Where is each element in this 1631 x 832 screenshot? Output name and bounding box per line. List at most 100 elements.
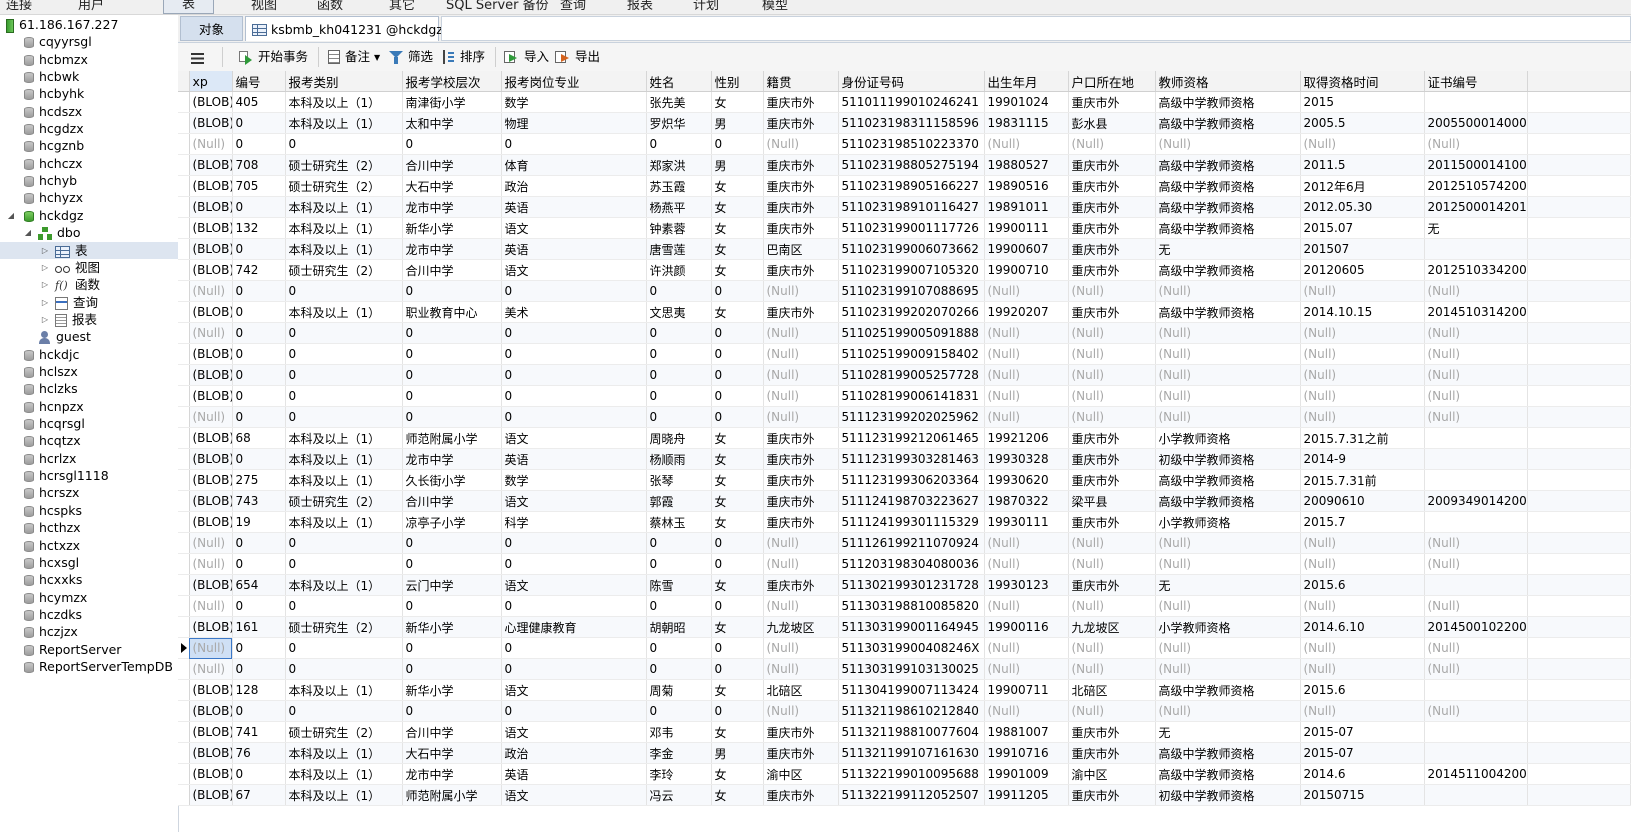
table-cell[interactable]: 男 xyxy=(711,742,764,764)
table-cell[interactable]: 0 xyxy=(232,322,286,344)
table-cell[interactable]: (BLOB) xyxy=(189,238,233,260)
table-cell[interactable]: 女 xyxy=(711,217,764,239)
table-row[interactable]: (Null) 0 0 0 0 0 0 (Null) 511023198510223370 (Nul… xyxy=(178,133,1631,155)
table-cell[interactable]: 0 xyxy=(711,532,764,554)
table-cell[interactable]: (Null) xyxy=(1300,532,1425,554)
table-cell[interactable]: 0 xyxy=(402,280,502,302)
table-cell[interactable]: (Null) xyxy=(1155,133,1301,155)
table-cell[interactable]: 0 xyxy=(232,385,286,407)
row-indicator[interactable] xyxy=(178,238,190,260)
table-cell[interactable]: 渝中区 xyxy=(763,763,839,785)
table-cell[interactable]: 0 xyxy=(501,322,647,344)
table-cell[interactable]: 英语 xyxy=(501,238,647,260)
table-cell[interactable]: 741 xyxy=(232,721,286,743)
table-cell[interactable]: 511303199103130025 xyxy=(838,658,985,680)
table-cell[interactable]: 0 xyxy=(646,343,712,365)
table-cell[interactable]: (Null) xyxy=(1300,280,1425,302)
table-cell[interactable]: 初级中学教师资格 xyxy=(1155,784,1301,806)
table-cell[interactable]: 0 xyxy=(232,700,286,722)
table-cell[interactable]: 高级中学教师资格 xyxy=(1155,742,1301,764)
table-cell[interactable]: 511124198703223627 xyxy=(838,490,985,512)
table-cell[interactable]: 重庆市外 xyxy=(763,721,839,743)
table-cell[interactable]: 高级中学教师资格 xyxy=(1155,259,1301,281)
table-cell[interactable]: 511028199005257728 xyxy=(838,364,985,386)
table-cell[interactable]: 511023199001117726 xyxy=(838,217,985,239)
row-indicator[interactable] xyxy=(178,679,190,701)
table-cell[interactable]: (Null) xyxy=(1424,364,1528,386)
table-cell[interactable]: (Null) xyxy=(984,343,1069,365)
table-cell[interactable]: 0 xyxy=(232,763,286,785)
table-row[interactable]: (BLOB) 705 硕士研究生（2） 大石中学 政治 苏玉霞女重庆市外 511023198… xyxy=(178,175,1631,197)
table-cell[interactable]: 无 xyxy=(1155,238,1301,260)
table-cell[interactable]: 0 xyxy=(646,133,712,155)
table-cell[interactable]: 20093490142000856 xyxy=(1424,490,1528,512)
column-header[interactable]: 编号 xyxy=(232,71,286,92)
table-cell[interactable]: (Null) xyxy=(189,532,233,554)
tree-database[interactable]: hcymzx xyxy=(24,589,87,606)
table-cell[interactable]: 0 xyxy=(232,238,286,260)
table-cell[interactable]: 2015 xyxy=(1300,91,1425,113)
table-cell[interactable]: 511124199301115329 xyxy=(838,511,985,533)
table-cell[interactable]: 20055000140002028 xyxy=(1424,112,1528,134)
table-cell[interactable] xyxy=(1424,721,1528,743)
table-cell[interactable]: (Null) xyxy=(1300,553,1425,575)
table-cell[interactable]: 合川中学 xyxy=(402,259,502,281)
table-cell[interactable]: 511123199303281463 xyxy=(838,448,985,470)
row-indicator[interactable] xyxy=(178,511,190,533)
table-cell[interactable]: 郭霞 xyxy=(646,490,712,512)
table-cell[interactable]: 渝中区 xyxy=(1068,763,1156,785)
table-cell[interactable]: (Null) xyxy=(984,553,1069,575)
table-cell[interactable]: 511321198810077604 xyxy=(838,721,985,743)
tree-database[interactable]: hchczx xyxy=(24,155,83,172)
table-cell[interactable]: 0 xyxy=(285,385,403,407)
table-cell[interactable]: 许洪颜 xyxy=(646,259,712,281)
table-cell[interactable]: 女 xyxy=(711,763,764,785)
table-row[interactable]: (BLOB) 0 本科及以上（1） 龙市中学 英语 杨顺雨女重庆市外 51112319930… xyxy=(178,448,1631,470)
tree-database[interactable]: hcspks xyxy=(24,502,82,519)
table-row[interactable]: (BLOB) 161 硕士研究生（2） 新华小学 心理健康教育 胡朝昭女九龙坡区 51130… xyxy=(178,616,1631,638)
table-cell[interactable]: 钟素蓉 xyxy=(646,217,712,239)
table-cell[interactable]: (Null) xyxy=(984,532,1069,554)
table-cell[interactable]: 132 xyxy=(232,217,286,239)
table-cell[interactable]: 重庆市外 xyxy=(763,175,839,197)
table-cell[interactable]: 19870322 xyxy=(984,490,1069,512)
table-cell[interactable]: 0 xyxy=(402,553,502,575)
table-cell[interactable]: 重庆市外 xyxy=(763,154,839,176)
table-cell[interactable]: 2012.05.30 xyxy=(1300,196,1425,218)
tree-database[interactable]: hchyb xyxy=(24,172,77,189)
table-cell[interactable]: 女 xyxy=(711,259,764,281)
menu-item[interactable]: 查询 xyxy=(560,0,586,13)
table-cell[interactable] xyxy=(1424,448,1528,470)
table-cell[interactable]: 2014.6.10 xyxy=(1300,616,1425,638)
table-cell[interactable]: 0 xyxy=(402,658,502,680)
table-cell[interactable]: (BLOB) xyxy=(189,574,233,596)
table-cell[interactable]: 0 xyxy=(285,532,403,554)
table-cell[interactable]: 重庆市外 xyxy=(763,448,839,470)
tree-database[interactable]: cqyyrsgl xyxy=(24,33,92,50)
table-cell[interactable]: 20120605 xyxy=(1300,259,1425,281)
row-indicator[interactable] xyxy=(178,385,190,407)
table-cell[interactable]: 邓韦 xyxy=(646,721,712,743)
row-indicator[interactable] xyxy=(178,469,190,491)
table-cell[interactable]: 重庆市外 xyxy=(1068,238,1156,260)
table-cell[interactable]: 0 xyxy=(232,196,286,218)
table-cell[interactable]: (Null) xyxy=(763,406,839,428)
row-indicator[interactable] xyxy=(178,280,190,302)
column-header[interactable]: 证书编号 xyxy=(1424,71,1528,92)
tree-database[interactable]: ReportServer xyxy=(24,641,121,658)
table-cell[interactable]: 2015.7 xyxy=(1300,511,1425,533)
tree-database[interactable]: hckdjc xyxy=(24,346,79,363)
table-cell[interactable]: 周晓舟 xyxy=(646,427,712,449)
table-row[interactable]: (Null) 0 0 0 0 0 0 (Null) 51130319900408246X (Nul… xyxy=(178,637,1631,659)
table-cell[interactable]: (Null) xyxy=(1424,553,1528,575)
table-cell[interactable]: 2015-07 xyxy=(1300,742,1425,764)
tree-database[interactable]: hclszx xyxy=(24,363,78,380)
table-cell[interactable]: 语文 xyxy=(501,490,647,512)
table-cell[interactable]: 硕士研究生（2） xyxy=(285,490,403,512)
table-cell[interactable]: 0 xyxy=(232,364,286,386)
table-cell[interactable]: 19831115 xyxy=(984,112,1069,134)
table-cell[interactable]: 凉亭子小学 xyxy=(402,511,502,533)
table-cell[interactable]: 743 xyxy=(232,490,286,512)
table-cell[interactable]: 19901009 xyxy=(984,763,1069,785)
row-indicator[interactable] xyxy=(178,721,190,743)
